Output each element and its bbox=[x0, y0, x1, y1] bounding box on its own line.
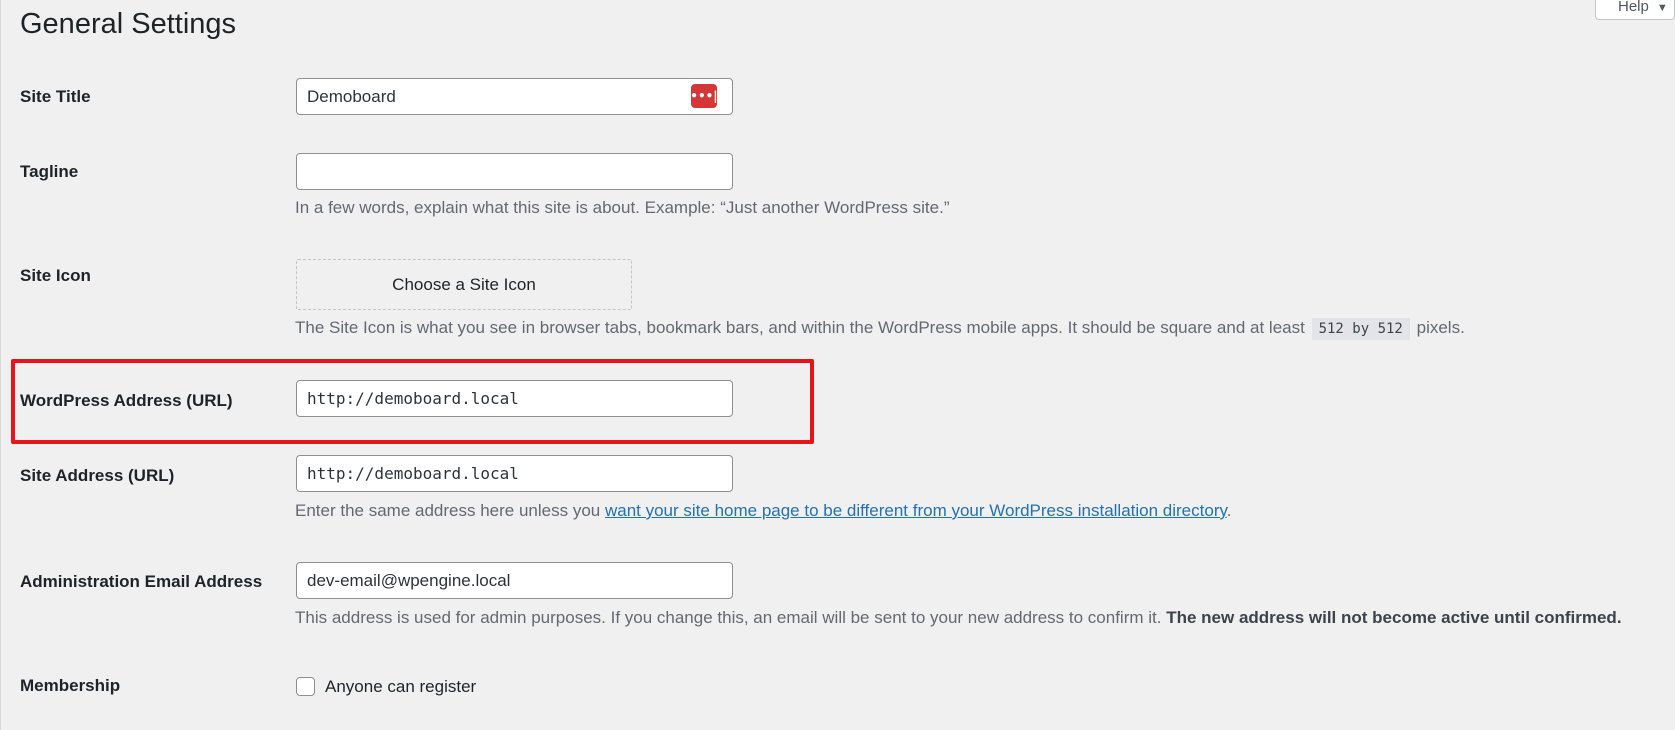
help-tab-button[interactable]: Help ▼ bbox=[1595, 0, 1675, 20]
help-tab-label: Help bbox=[1618, 0, 1649, 15]
site-icon-description-suffix: pixels. bbox=[1416, 318, 1465, 337]
site-address-description-text: Enter the same address here unless you bbox=[295, 501, 601, 520]
tagline-input[interactable] bbox=[296, 153, 733, 190]
site-icon-label: Site Icon bbox=[20, 266, 91, 285]
page-title: General Settings bbox=[20, 8, 237, 40]
site-title-input[interactable] bbox=[296, 78, 733, 115]
anyone-can-register-label[interactable]: Anyone can register bbox=[325, 677, 476, 697]
site-icon-size-code: 512 by 512 bbox=[1311, 318, 1410, 340]
site-icon-description: The Site Icon is what you see in browser… bbox=[295, 318, 1465, 340]
anyone-can-register-checkbox[interactable] bbox=[296, 677, 315, 696]
admin-email-description: This address is used for admin purposes.… bbox=[295, 608, 1622, 628]
admin-email-label: Administration Email Address bbox=[20, 572, 263, 591]
choose-site-icon-button[interactable]: Choose a Site Icon bbox=[296, 259, 632, 310]
site-address-description: Enter the same address here unless you w… bbox=[295, 501, 1231, 521]
site-address-label: Site Address (URL) bbox=[20, 466, 175, 485]
site-title-label: Site Title bbox=[20, 87, 91, 106]
site-address-input[interactable] bbox=[296, 455, 733, 492]
admin-email-description-text: This address is used for admin purposes.… bbox=[295, 608, 1162, 627]
wordpress-address-input[interactable] bbox=[296, 380, 733, 417]
tagline-label: Tagline bbox=[20, 162, 79, 181]
site-icon-description-text: The Site Icon is what you see in browser… bbox=[295, 318, 1305, 337]
admin-email-input[interactable] bbox=[296, 562, 733, 599]
admin-content-border bbox=[0, 0, 1, 730]
password-manager-icon[interactable]: •••| bbox=[690, 84, 718, 108]
site-address-help-link[interactable]: want your site home page to be different… bbox=[605, 501, 1227, 520]
tagline-description: In a few words, explain what this site i… bbox=[295, 198, 950, 217]
wordpress-address-label: WordPress Address (URL) bbox=[20, 391, 233, 410]
membership-label: Membership bbox=[20, 676, 121, 695]
admin-email-description-bold: The new address will not become active u… bbox=[1166, 608, 1622, 627]
caret-down-icon: ▼ bbox=[1656, 2, 1668, 14]
site-address-description-suffix: . bbox=[1226, 501, 1232, 520]
